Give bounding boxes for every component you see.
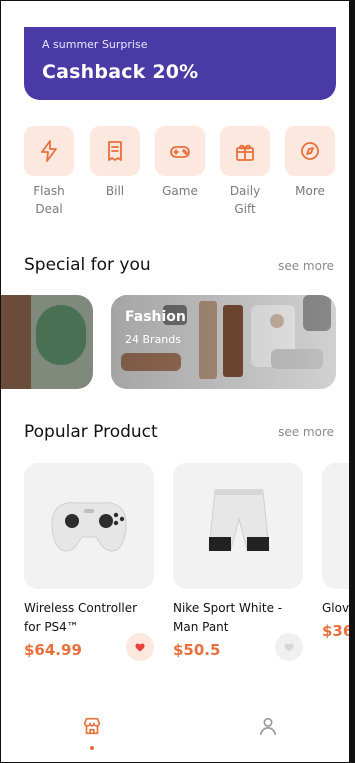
bill-icon	[90, 126, 140, 176]
bottom-navigation	[1, 691, 354, 762]
popular-see-more-link[interactable]: see more	[278, 425, 334, 439]
banner-title: Cashback 20%	[42, 61, 199, 83]
category-label: Flash Deal	[33, 184, 65, 216]
gift-icon	[220, 126, 270, 176]
shorts-illustration	[173, 463, 303, 589]
game-icon	[155, 126, 205, 176]
category-row: Flash Deal Bill Game Daily Gift More	[24, 126, 344, 221]
fashion-card[interactable]: Fashion 24 Brands	[111, 295, 336, 389]
fashion-card-subtitle: 24 Brands	[125, 333, 181, 346]
special-see-more-link[interactable]: see more	[278, 259, 334, 273]
shop-tab[interactable]	[81, 715, 103, 737]
special-title: Special for you	[24, 255, 151, 275]
special-card-partial[interactable]	[1, 295, 93, 389]
popular-title: Popular Product	[24, 422, 158, 442]
flash-icon	[24, 126, 74, 176]
product-image	[173, 463, 303, 589]
category-bill[interactable]: Bill	[90, 126, 140, 200]
category-more[interactable]: More	[285, 126, 335, 200]
heart-icon	[135, 643, 145, 652]
favorite-button[interactable]	[126, 633, 154, 661]
category-game[interactable]: Game	[155, 126, 205, 200]
shop-icon	[83, 717, 101, 735]
special-card-image	[1, 295, 31, 389]
category-daily-gift[interactable]: Daily Gift	[220, 126, 270, 218]
category-flash-deal[interactable]: Flash Deal	[24, 126, 74, 218]
product-name: Nike Sport White - Man Pant	[173, 601, 283, 634]
category-label: Daily Gift	[229, 184, 261, 216]
controller-illustration	[24, 463, 154, 589]
category-label: Game	[162, 184, 198, 198]
app-frame: A summer Surprise Cashback 20% Flash Dea…	[0, 0, 355, 763]
active-tab-indicator	[90, 746, 94, 750]
category-label: More	[295, 184, 325, 198]
user-icon	[259, 717, 277, 736]
more-icon	[285, 126, 335, 176]
product-name: Wireless Controller for PS4™	[24, 601, 138, 634]
profile-tab[interactable]	[257, 715, 279, 737]
right-edge-bar	[349, 1, 354, 762]
product-card[interactable]: Wireless Controller for PS4™ $64.99	[24, 463, 154, 661]
plant-illustration	[36, 305, 86, 365]
product-image	[24, 463, 154, 589]
promo-banner[interactable]: A summer Surprise Cashback 20%	[24, 27, 336, 100]
fashion-card-title: Fashion	[125, 309, 186, 325]
product-card[interactable]: Nike Sport White - Man Pant $50.5	[173, 463, 303, 661]
favorite-button[interactable]	[275, 633, 303, 661]
heart-icon	[284, 643, 294, 652]
category-label: Bill	[105, 184, 125, 198]
banner-subtitle: A summer Surprise	[42, 38, 148, 51]
